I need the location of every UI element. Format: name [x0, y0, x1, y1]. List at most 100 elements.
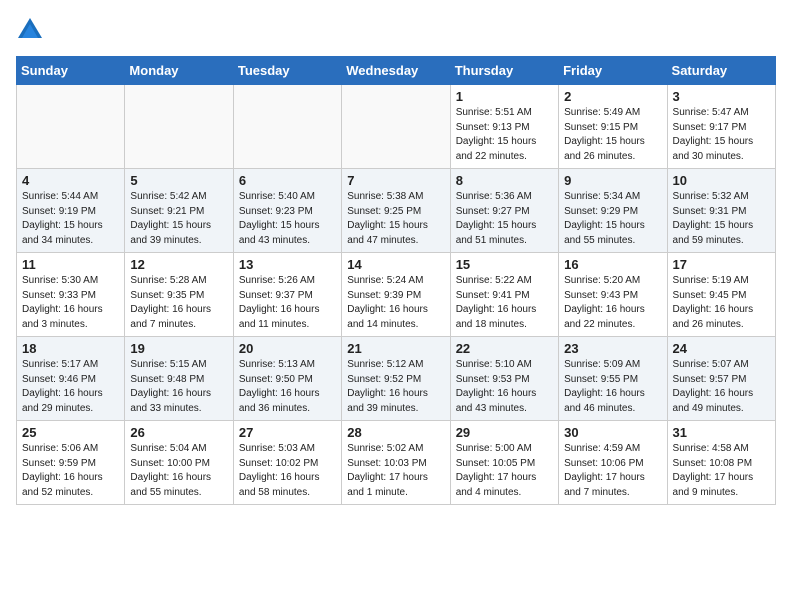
day-info: Sunrise: 5:15 AM Sunset: 9:48 PM Dayligh…	[130, 358, 227, 416]
day-info: Sunrise: 5:10 AM Sunset: 9:53 PM Dayligh…	[456, 358, 553, 416]
day-cell: 31 Sunrise: 4:58 AM Sunset: 10:08 PM Dayl…	[667, 421, 775, 505]
logo	[16, 16, 46, 44]
day-info: Sunrise: 5:47 AM Sunset: 9:17 PM Dayligh…	[673, 106, 770, 164]
day-number: 7	[347, 173, 444, 188]
weekday-header-monday: Monday	[125, 57, 233, 85]
day-cell: 13 Sunrise: 5:26 AM Sunset: 9:37 PM Dayli…	[233, 253, 341, 337]
calendar-header: SundayMondayTuesdayWednesdayThursdayFrid…	[17, 57, 776, 85]
weekday-row: SundayMondayTuesdayWednesdayThursdayFrid…	[17, 57, 776, 85]
day-info: Sunrise: 5:32 AM Sunset: 9:31 PM Dayligh…	[673, 190, 770, 248]
day-cell	[233, 85, 341, 169]
day-number: 13	[239, 257, 336, 272]
day-number: 5	[130, 173, 227, 188]
day-cell	[125, 85, 233, 169]
day-cell: 9 Sunrise: 5:34 AM Sunset: 9:29 PM Daylig…	[559, 169, 667, 253]
day-cell: 11 Sunrise: 5:30 AM Sunset: 9:33 PM Dayli…	[17, 253, 125, 337]
day-info: Sunrise: 5:38 AM Sunset: 9:25 PM Dayligh…	[347, 190, 444, 248]
day-number: 3	[673, 89, 770, 104]
day-number: 15	[456, 257, 553, 272]
day-number: 28	[347, 425, 444, 440]
day-number: 21	[347, 341, 444, 356]
day-number: 20	[239, 341, 336, 356]
day-number: 14	[347, 257, 444, 272]
weekday-header-sunday: Sunday	[17, 57, 125, 85]
day-cell: 16Sunrise: 5:20 AM Sunset: 9:43 PM Dayli…	[559, 253, 667, 337]
day-number: 2	[564, 89, 661, 104]
day-number: 23	[564, 341, 661, 356]
day-info: Sunrise: 5:36 AM Sunset: 9:27 PM Dayligh…	[456, 190, 553, 248]
day-cell: 7 Sunrise: 5:38 AM Sunset: 9:25 PM Daylig…	[342, 169, 450, 253]
day-info: Sunrise: 5:20 AM Sunset: 9:43 PM Dayligh…	[564, 274, 661, 332]
day-info: Sunrise: 5:17 AM Sunset: 9:46 PM Dayligh…	[22, 358, 119, 416]
day-number: 24	[673, 341, 770, 356]
week-row-5: 25 Sunrise: 5:06 AM Sunset: 9:59 PM Dayli…	[17, 421, 776, 505]
day-cell: 6 Sunrise: 5:40 AM Sunset: 9:23 PM Daylig…	[233, 169, 341, 253]
day-cell: 17 Sunrise: 5:19 AM Sunset: 9:45 PM Dayli…	[667, 253, 775, 337]
day-cell: 19 Sunrise: 5:15 AM Sunset: 9:48 PM Dayli…	[125, 337, 233, 421]
day-cell: 21Sunrise: 5:12 AM Sunset: 9:52 PM Dayli…	[342, 337, 450, 421]
day-info: Sunrise: 5:06 AM Sunset: 9:59 PM Dayligh…	[22, 442, 119, 500]
day-info: Sunrise: 5:42 AM Sunset: 9:21 PM Dayligh…	[130, 190, 227, 248]
day-cell: 24 Sunrise: 5:07 AM Sunset: 9:57 PM Dayli…	[667, 337, 775, 421]
day-cell: 30 Sunrise: 4:59 AM Sunset: 10:06 PM Dayl…	[559, 421, 667, 505]
day-info: Sunrise: 5:44 AM Sunset: 9:19 PM Dayligh…	[22, 190, 119, 248]
day-cell: 15 Sunrise: 5:22 AM Sunset: 9:41 PM Dayli…	[450, 253, 558, 337]
day-number: 6	[239, 173, 336, 188]
day-number: 10	[673, 173, 770, 188]
day-info: Sunrise: 4:59 AM Sunset: 10:06 PM Daylig…	[564, 442, 661, 500]
day-info: Sunrise: 5:09 AM Sunset: 9:55 PM Dayligh…	[564, 358, 661, 416]
day-info: Sunrise: 5:30 AM Sunset: 9:33 PM Dayligh…	[22, 274, 119, 332]
day-info: Sunrise: 5:04 AM Sunset: 10:00 PM Daylig…	[130, 442, 227, 500]
day-info: Sunrise: 5:49 AM Sunset: 9:15 PM Dayligh…	[564, 106, 661, 164]
day-cell: 1 Sunrise: 5:51 AM Sunset: 9:13 PM Daylig…	[450, 85, 558, 169]
day-cell: 8 Sunrise: 5:36 AM Sunset: 9:27 PM Daylig…	[450, 169, 558, 253]
day-cell: 29 Sunrise: 5:00 AM Sunset: 10:05 PM Dayl…	[450, 421, 558, 505]
day-number: 29	[456, 425, 553, 440]
day-cell: 22Sunrise: 5:10 AM Sunset: 9:53 PM Dayli…	[450, 337, 558, 421]
day-info: Sunrise: 5:02 AM Sunset: 10:03 PM Daylig…	[347, 442, 444, 500]
day-info: Sunrise: 5:03 AM Sunset: 10:02 PM Daylig…	[239, 442, 336, 500]
day-cell	[17, 85, 125, 169]
day-cell: 27Sunrise: 5:03 AM Sunset: 10:02 PM Dayl…	[233, 421, 341, 505]
day-number: 25	[22, 425, 119, 440]
weekday-header-friday: Friday	[559, 57, 667, 85]
day-cell: 14Sunrise: 5:24 AM Sunset: 9:39 PM Dayli…	[342, 253, 450, 337]
day-number: 8	[456, 173, 553, 188]
day-cell: 10 Sunrise: 5:32 AM Sunset: 9:31 PM Dayli…	[667, 169, 775, 253]
day-number: 30	[564, 425, 661, 440]
day-cell: 23 Sunrise: 5:09 AM Sunset: 9:55 PM Dayli…	[559, 337, 667, 421]
weekday-header-thursday: Thursday	[450, 57, 558, 85]
week-row-2: 4Sunrise: 5:44 AM Sunset: 9:19 PM Daylig…	[17, 169, 776, 253]
logo-icon	[16, 16, 44, 44]
day-info: Sunrise: 5:00 AM Sunset: 10:05 PM Daylig…	[456, 442, 553, 500]
day-info: Sunrise: 5:19 AM Sunset: 9:45 PM Dayligh…	[673, 274, 770, 332]
day-number: 9	[564, 173, 661, 188]
weekday-header-wednesday: Wednesday	[342, 57, 450, 85]
day-info: Sunrise: 5:26 AM Sunset: 9:37 PM Dayligh…	[239, 274, 336, 332]
day-number: 18	[22, 341, 119, 356]
day-cell: 2 Sunrise: 5:49 AM Sunset: 9:15 PM Daylig…	[559, 85, 667, 169]
weekday-header-tuesday: Tuesday	[233, 57, 341, 85]
day-cell: 18 Sunrise: 5:17 AM Sunset: 9:46 PM Dayli…	[17, 337, 125, 421]
day-cell: 25 Sunrise: 5:06 AM Sunset: 9:59 PM Dayli…	[17, 421, 125, 505]
day-number: 26	[130, 425, 227, 440]
day-info: Sunrise: 5:34 AM Sunset: 9:29 PM Dayligh…	[564, 190, 661, 248]
day-number: 11	[22, 257, 119, 272]
day-cell: 5 Sunrise: 5:42 AM Sunset: 9:21 PM Daylig…	[125, 169, 233, 253]
week-row-4: 18 Sunrise: 5:17 AM Sunset: 9:46 PM Dayli…	[17, 337, 776, 421]
week-row-3: 11 Sunrise: 5:30 AM Sunset: 9:33 PM Dayli…	[17, 253, 776, 337]
day-number: 17	[673, 257, 770, 272]
day-info: Sunrise: 4:58 AM Sunset: 10:08 PM Daylig…	[673, 442, 770, 500]
day-cell	[342, 85, 450, 169]
day-number: 19	[130, 341, 227, 356]
day-cell: 20Sunrise: 5:13 AM Sunset: 9:50 PM Dayli…	[233, 337, 341, 421]
week-row-1: 1 Sunrise: 5:51 AM Sunset: 9:13 PM Daylig…	[17, 85, 776, 169]
day-info: Sunrise: 5:51 AM Sunset: 9:13 PM Dayligh…	[456, 106, 553, 164]
day-info: Sunrise: 5:07 AM Sunset: 9:57 PM Dayligh…	[673, 358, 770, 416]
page-header	[16, 16, 776, 44]
day-info: Sunrise: 5:40 AM Sunset: 9:23 PM Dayligh…	[239, 190, 336, 248]
day-cell: 12Sunrise: 5:28 AM Sunset: 9:35 PM Dayli…	[125, 253, 233, 337]
day-info: Sunrise: 5:22 AM Sunset: 9:41 PM Dayligh…	[456, 274, 553, 332]
day-number: 1	[456, 89, 553, 104]
day-number: 31	[673, 425, 770, 440]
